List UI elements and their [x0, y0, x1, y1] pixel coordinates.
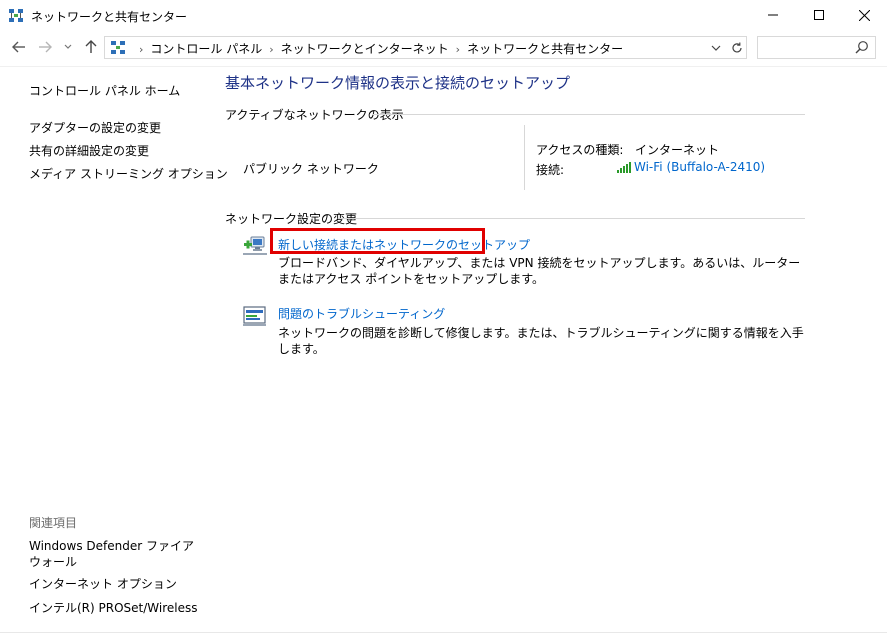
breadcrumb-item[interactable]: ネットワークとインターネット [281, 42, 449, 56]
recent-locations-button[interactable] [61, 36, 75, 58]
breadcrumb-item[interactable]: コントロール パネル [150, 42, 262, 56]
arrow-left-icon [12, 41, 25, 53]
network-center-app-icon [8, 8, 24, 24]
breadcrumb: › コントロール パネル › ネットワークとインターネット › ネットワークと共有センター [132, 40, 623, 57]
minimize-icon [768, 14, 778, 16]
divider [524, 125, 525, 190]
chevron-right-icon[interactable]: › [456, 43, 460, 56]
left-link-media-streaming[interactable]: メディア ストリーミング オプション [29, 165, 228, 182]
task-description: ネットワークの問題を診断して修復します。または、トラブルシューティングに関する情… [278, 326, 804, 356]
address-bar[interactable]: › コントロール パネル › ネットワークとインターネット › ネットワークと共有センター [104, 36, 747, 59]
related-link-internet-options[interactable]: インターネット オプション [29, 575, 177, 592]
refresh-button[interactable] [727, 37, 747, 58]
wifi-signal-icon [617, 162, 631, 173]
arrow-right-icon [39, 41, 52, 53]
related-link-proset-wireless[interactable]: インテル(R) PROSet/Wireless [29, 599, 198, 616]
divider [372, 114, 805, 115]
breadcrumb-item[interactable]: ネットワークと共有センター [467, 42, 623, 56]
search-input[interactable] [757, 36, 876, 59]
up-button[interactable] [80, 36, 102, 58]
chevron-down-icon [711, 45, 721, 51]
wifi-connection-label[interactable]: Wi-Fi (Buffalo-A-2410) [634, 160, 765, 174]
chevron-right-icon: › [139, 43, 144, 56]
refresh-icon [732, 42, 742, 52]
connection-label: 接続: [536, 163, 565, 177]
address-dropdown-button[interactable] [706, 37, 726, 58]
divider [0, 632, 887, 633]
access-type-label: アクセスの種類: [536, 143, 624, 157]
close-button[interactable] [841, 0, 887, 30]
network-setup-icon [243, 235, 267, 257]
related-heading: 関連項目 [29, 516, 78, 530]
troubleshoot-icon [243, 305, 267, 327]
left-pane: コントロール パネル ホーム アダプターの設定の変更 共有の詳細設定の変更 メデ… [0, 67, 228, 634]
task-description: ブロードバンド、ダイヤルアップ、または VPN 接続をセットアップします。あるい… [278, 256, 801, 286]
minimize-button[interactable] [750, 0, 796, 30]
chevron-right-icon[interactable]: › [269, 43, 273, 56]
access-type-value: インターネット [635, 143, 720, 157]
page-title: 基本ネットワーク情報の表示と接続のセットアップ [225, 74, 571, 92]
navigation-bar: › コントロール パネル › ネットワークとインターネット › ネットワークと共有センター [0, 32, 887, 62]
highlight-box [270, 228, 485, 254]
left-link-control-panel-home[interactable]: コントロール パネル ホーム [29, 82, 180, 99]
arrow-up-icon [85, 40, 97, 53]
close-icon [858, 9, 870, 21]
back-button[interactable] [8, 36, 30, 58]
network-name: パブリック ネットワーク [243, 162, 379, 176]
task-link-troubleshoot[interactable]: 問題のトラブルシューティング [278, 305, 445, 322]
left-link-adapter-settings[interactable]: アダプターの設定の変更 [29, 119, 161, 136]
chevron-down-icon [64, 44, 72, 49]
maximize-icon [814, 10, 824, 20]
wifi-connection-link[interactable]: Wi-Fi (Buffalo-A-2410) [617, 160, 765, 174]
maximize-button[interactable] [796, 0, 842, 30]
control-panel-icon [110, 40, 126, 56]
window-title: ネットワークと共有センター [31, 10, 188, 24]
related-link-firewall[interactable]: Windows Defender ファイアウォール [29, 538, 199, 570]
left-link-advanced-sharing[interactable]: 共有の詳細設定の変更 [29, 142, 149, 159]
search-icon[interactable] [855, 40, 871, 56]
title-bar: ネットワークと共有センター [0, 0, 887, 32]
divider [338, 218, 805, 219]
forward-button[interactable] [34, 36, 56, 58]
